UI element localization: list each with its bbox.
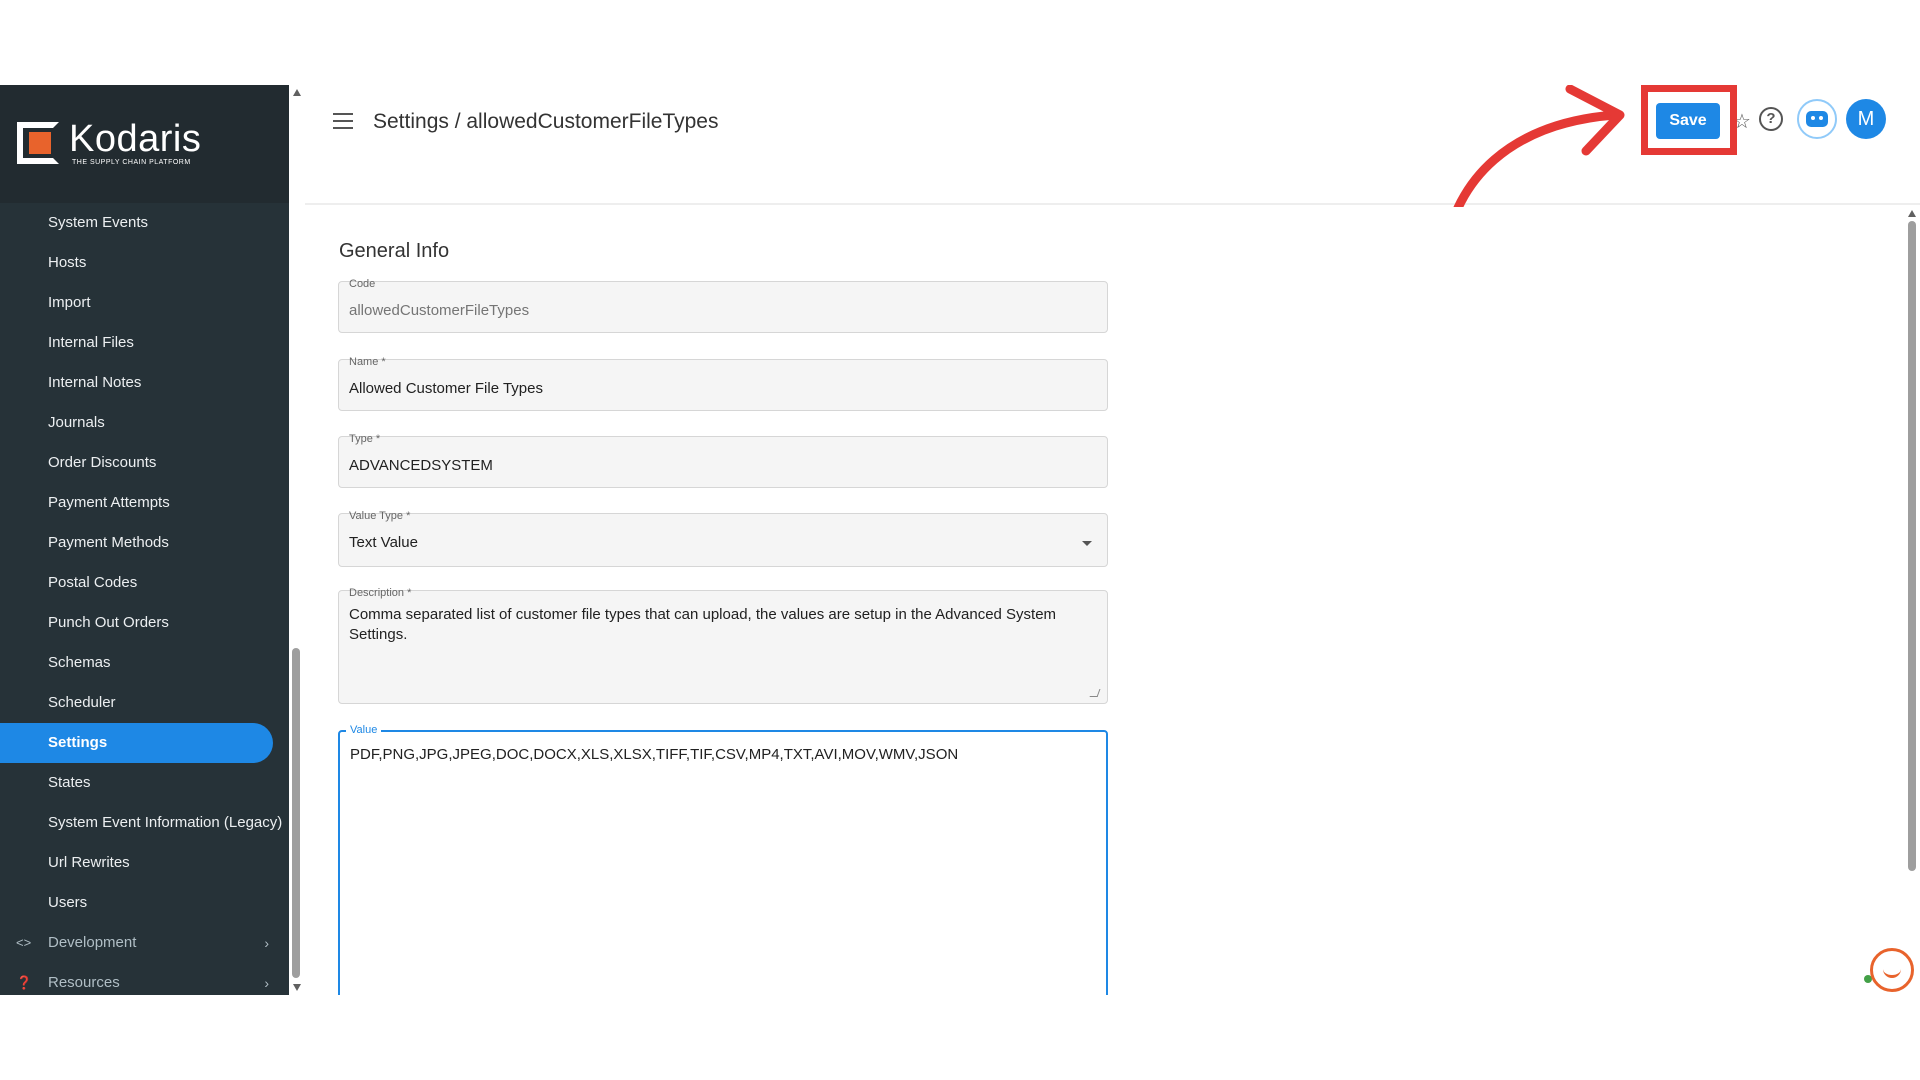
- kodaris-logo-icon: [17, 122, 59, 164]
- sidebar-item-postal-codes[interactable]: Postal Codes: [0, 563, 289, 603]
- type-field[interactable]: Type * ADVANCEDSYSTEM: [338, 433, 1108, 488]
- annotation-highlight-box: [1641, 85, 1737, 155]
- chevron-right-icon: ›: [264, 935, 269, 951]
- field-value: PDF,PNG,JPG,JPEG,DOC,DOCX,XLS,XLSX,TIFF,…: [350, 746, 959, 763]
- scrollbar-thumb[interactable]: [292, 648, 300, 978]
- sidebar-item-states[interactable]: States: [0, 763, 289, 803]
- field-label: Description *: [349, 587, 412, 599]
- field-value: ADVANCEDSYSTEM: [349, 457, 493, 474]
- code-field[interactable]: Code allowedCustomerFileTypes: [338, 278, 1108, 333]
- sidebar-item-scheduler[interactable]: Scheduler: [0, 683, 289, 723]
- chat-support-icon[interactable]: [1870, 948, 1914, 992]
- field-value: Text Value: [349, 534, 418, 551]
- dropdown-caret-icon[interactable]: [1082, 541, 1092, 546]
- sidebar-item-internal-files[interactable]: Internal Files: [0, 323, 289, 363]
- scroll-up-arrow-icon[interactable]: [1908, 210, 1916, 217]
- value-textarea[interactable]: Value PDF,PNG,JPG,JPEG,DOC,DOCX,XLS,XLSX…: [338, 724, 1108, 995]
- sidebar-group-resources[interactable]: ❓ Resources ›: [0, 963, 289, 1003]
- sidebar-group-label: Development: [48, 934, 137, 951]
- sidebar-group-development[interactable]: <> Development ›: [0, 923, 289, 963]
- description-textarea[interactable]: Description * Comma separated list of cu…: [338, 587, 1108, 704]
- main-scrollbar[interactable]: [1905, 207, 1920, 995]
- field-label: Name *: [349, 356, 386, 368]
- sidebar-nav: System Events Hosts Import Internal File…: [0, 203, 289, 1003]
- brand-tagline: THE SUPPLY CHAIN PLATFORM: [72, 159, 191, 166]
- sidebar-item-settings[interactable]: Settings: [0, 723, 273, 763]
- sidebar-item-internal-notes[interactable]: Internal Notes: [0, 363, 289, 403]
- sidebar-item-hosts[interactable]: Hosts: [0, 243, 289, 283]
- field-value: Comma separated list of customer file ty…: [349, 606, 1057, 643]
- app-window: Kodaris THE SUPPLY CHAIN PLATFORM System…: [0, 85, 1920, 995]
- sidebar-scrollbar[interactable]: [289, 85, 305, 995]
- field-label: Value: [346, 724, 382, 736]
- field-label: Code: [349, 278, 376, 290]
- sidebar-item-payment-attempts[interactable]: Payment Attempts: [0, 483, 289, 523]
- field-label: Value Type *: [349, 510, 411, 522]
- main-content: General Info Code allowedCustomerFileTyp…: [305, 207, 1900, 995]
- hamburger-menu-icon[interactable]: [333, 113, 353, 129]
- scroll-up-arrow-icon[interactable]: [293, 89, 301, 96]
- sidebar-item-url-rewrites[interactable]: Url Rewrites: [0, 843, 289, 883]
- sidebar: Kodaris THE SUPPLY CHAIN PLATFORM System…: [0, 85, 289, 995]
- section-title: General Info: [339, 240, 450, 262]
- avatar[interactable]: M: [1846, 99, 1886, 139]
- sidebar-item-journals[interactable]: Journals: [0, 403, 289, 443]
- sidebar-item-users[interactable]: Users: [0, 883, 289, 923]
- field-label: Type *: [349, 433, 381, 445]
- kodaris-logo[interactable]: Kodaris THE SUPPLY CHAIN PLATFORM: [17, 119, 201, 167]
- top-header: Settings / allowedCustomerFileTypes ☆ Sa…: [305, 85, 1920, 205]
- field-value: Allowed Customer File Types: [349, 380, 543, 397]
- assistant-bot-icon[interactable]: [1797, 99, 1837, 139]
- field-value: allowedCustomerFileTypes: [349, 302, 530, 319]
- help-icon[interactable]: ?: [1759, 107, 1783, 131]
- scroll-down-arrow-icon[interactable]: [293, 984, 301, 991]
- sidebar-item-order-discounts[interactable]: Order Discounts: [0, 443, 289, 483]
- value-type-select[interactable]: Value Type * Text Value: [338, 510, 1108, 567]
- scrollbar-thumb[interactable]: [1908, 221, 1916, 871]
- sidebar-item-import[interactable]: Import: [0, 283, 289, 323]
- resize-handle-icon[interactable]: [1089, 689, 1101, 697]
- chevron-right-icon: ›: [264, 975, 269, 991]
- sidebar-item-payment-methods[interactable]: Payment Methods: [0, 523, 289, 563]
- brand-name: Kodaris: [69, 118, 202, 160]
- sidebar-item-system-event-information-legacy[interactable]: System Event Information (Legacy): [0, 803, 289, 843]
- code-icon: <>: [16, 935, 32, 950]
- sidebar-item-system-events[interactable]: System Events: [0, 203, 289, 243]
- help-circle-icon: ❓: [16, 975, 33, 990]
- sidebar-group-label: Resources: [48, 974, 120, 991]
- page-title: Settings / allowedCustomerFileTypes: [373, 110, 719, 133]
- sidebar-item-punch-out-orders[interactable]: Punch Out Orders: [0, 603, 289, 643]
- sidebar-item-schemas[interactable]: Schemas: [0, 643, 289, 683]
- name-field[interactable]: Name * Allowed Customer File Types: [338, 356, 1108, 411]
